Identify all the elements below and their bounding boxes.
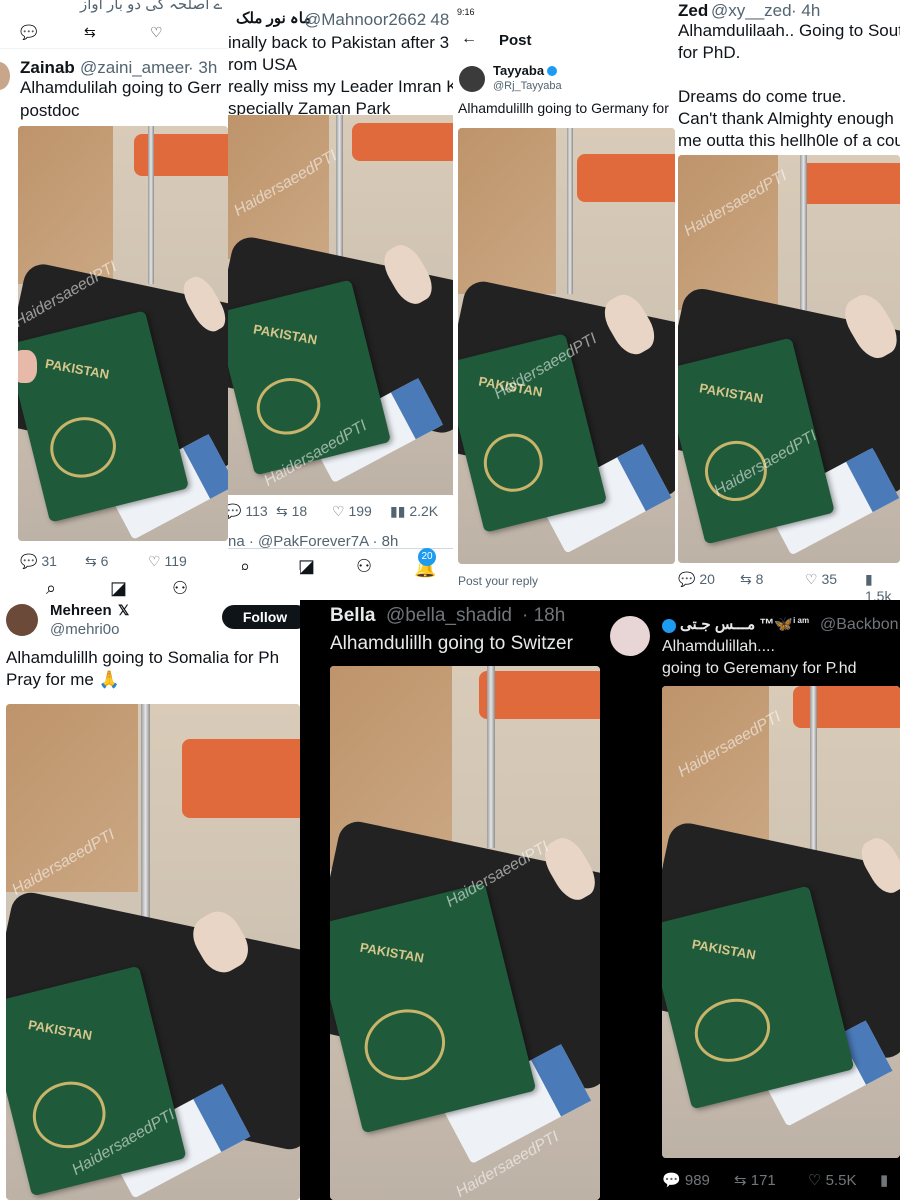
tweet-zed-panel: ⚙ ▮▮▮ ▮ Zed @xy__zed · 4h Alhamdulilaah.… bbox=[675, 0, 900, 600]
reply-icon[interactable]: 💬 113 bbox=[228, 503, 268, 520]
tweet-zainab-panel: ے اصلحہ کی دو بار آواز 💬 ⇆ ♡ Zainab @zai… bbox=[0, 0, 228, 570]
like-icon[interactable]: ♡ 35 bbox=[805, 571, 837, 588]
author-name[interactable]: Zed bbox=[678, 1, 708, 21]
tweet-photo[interactable]: PAKISTAN HaidersaeedPTI HaidersaeedPTI bbox=[6, 704, 300, 1200]
avatar[interactable] bbox=[6, 604, 38, 636]
like-icon[interactable]: ♡ bbox=[150, 24, 163, 41]
tweet-text: Alhamdulillh going to Germany for bbox=[458, 100, 669, 116]
repost-icon[interactable]: ⇆ 171 bbox=[734, 1171, 776, 1189]
author-name[interactable]: Tayyaba bbox=[493, 63, 544, 79]
tweet-text-line2: Pray for me 🙏 bbox=[6, 670, 120, 689]
status-time: 9:16 bbox=[457, 7, 475, 17]
tweet-time[interactable]: · 18h bbox=[522, 605, 565, 627]
search-icon[interactable]: ⌕ bbox=[46, 578, 56, 599]
page-title: Post bbox=[499, 32, 532, 49]
tweet-text-line1: Alhamdulilaah.. Going to Sout bbox=[678, 21, 900, 40]
reply-icon[interactable]: 💬 31 bbox=[20, 553, 57, 570]
notifications-badge: 20 bbox=[418, 548, 436, 566]
repost-icon[interactable]: ⇆ 6 bbox=[85, 553, 108, 570]
tweet-tayyaba-panel: 9:16 ← Post Tayyaba @Rj_Tayyaba Alhamdul… bbox=[453, 0, 675, 600]
views-icon[interactable]: ▮▮ 2.2K bbox=[390, 503, 438, 520]
reply-icon[interactable]: 💬 bbox=[20, 24, 37, 41]
tweet-text-line3: Dreams do come true. bbox=[678, 87, 847, 106]
grok-icon[interactable]: ◪ bbox=[110, 578, 127, 599]
divider bbox=[228, 548, 453, 549]
tweet-text-line5: me outta this hellh0le of a cou bbox=[678, 131, 900, 150]
tweet-text-line1: Alhamdulilah going to Gerr bbox=[20, 78, 222, 97]
author-handle[interactable]: @Backbon bbox=[820, 616, 899, 634]
tweet-text-line1: Alhamdulillah.... bbox=[662, 638, 775, 655]
tweet-text-line1: Alhamdulillh going to Somalia for Ph bbox=[6, 648, 280, 667]
tweet-photo[interactable]: PAKISTAN HaidersaeedPTI bbox=[662, 686, 900, 1158]
tweet-text-line3: really miss my Leader Imran Kha bbox=[228, 77, 453, 96]
tweet-time[interactable]: · 3h bbox=[188, 58, 217, 78]
tweet-text-line1: inally back to Pakistan after 3 ye bbox=[228, 33, 453, 52]
repost-icon[interactable]: ⇆ 18 bbox=[276, 503, 307, 520]
author-handle[interactable]: @zaini_ameer bbox=[80, 58, 190, 78]
tweet-mehreen-panel: ⌕ ◪ ⚇ Mehreen 𝕏 @mehri0o Follow Alhamdul… bbox=[0, 570, 300, 1200]
tweet-photo[interactable]: PAKISTAN HaidersaeedPTI bbox=[458, 128, 675, 564]
tweet-photo[interactable]: PAKISTAN HaidersaeedPTI HaidersaeedPTI bbox=[228, 115, 453, 495]
repost-icon[interactable]: ⇆ bbox=[84, 24, 96, 41]
author-name[interactable]: Mehreen bbox=[50, 602, 112, 619]
tweet-text: Alhamdulillh going to Switzer bbox=[330, 633, 573, 654]
author-handle[interactable]: @mehri0o bbox=[50, 621, 119, 638]
views-icon[interactable]: ▮ 1.5k bbox=[865, 571, 900, 600]
x-logo-icon: 𝕏 bbox=[118, 602, 130, 618]
author-name[interactable]: ماہ نور ملک bbox=[236, 10, 311, 27]
tweet-backbone-panel: مـــس جـتی ™🦋i am @Backbon Alhamdulillah… bbox=[600, 600, 900, 1200]
reply-input[interactable]: Post your reply bbox=[458, 574, 538, 589]
tweet-time[interactable]: · 4h bbox=[791, 1, 820, 21]
previous-tweet-text: ے اصلحہ کی دو بار آواز bbox=[80, 0, 223, 13]
tweet-mahnoor-panel: ماہ نور ملک @Mahnoor2662 · 48 inally bac… bbox=[228, 0, 453, 600]
tweet-bella-panel: Bella @bella_shadid · 18h Alhamdulillh g… bbox=[300, 600, 600, 1200]
like-icon[interactable]: ♡ 119 bbox=[148, 553, 187, 570]
author-name[interactable]: Bella bbox=[330, 605, 375, 627]
avatar[interactable] bbox=[610, 616, 650, 656]
author-handle[interactable]: @Rj_Tayyaba bbox=[493, 80, 562, 93]
verified-icon bbox=[662, 619, 676, 633]
follow-button[interactable]: Follow bbox=[222, 605, 300, 629]
tweet-text-line4: Can't thank Almighty enough bbox=[678, 109, 894, 128]
divider bbox=[0, 48, 228, 49]
tweet-text-line2: for PhD. bbox=[678, 43, 741, 62]
tweet-text-line2: rom USA bbox=[228, 55, 297, 74]
tweet-time[interactable]: · 48 bbox=[420, 10, 449, 30]
like-icon[interactable]: ♡ 5.5K bbox=[808, 1171, 856, 1189]
author-handle[interactable]: @bella_shadid bbox=[386, 605, 512, 627]
tweet-photo[interactable]: PAKISTAN HaidersaeedPTI bbox=[18, 126, 228, 541]
avatar[interactable] bbox=[0, 62, 10, 90]
tweet-text-line2: going to Geremany for P.hd bbox=[662, 660, 857, 677]
tweet-photo[interactable]: PAKISTAN HaidersaeedPTI HaidersaeedPTI bbox=[678, 155, 900, 563]
author-name[interactable]: مـــس جـتی ™🦋i am bbox=[680, 616, 809, 633]
repost-icon[interactable]: ⇆ 8 bbox=[740, 571, 763, 588]
grok-icon[interactable]: ◪ bbox=[298, 556, 315, 577]
like-icon[interactable]: ♡ 199 bbox=[332, 503, 372, 520]
tweet-photo[interactable]: PAKISTAN HaidersaeedPTI HaidersaeedPTI bbox=[330, 666, 600, 1200]
author-name[interactable]: Zainab bbox=[20, 58, 75, 78]
author-handle[interactable]: @Mahnoor2662 bbox=[304, 10, 426, 30]
tweet-text-line2: postdoc bbox=[20, 101, 80, 120]
reply-icon[interactable]: 💬 989 bbox=[662, 1171, 710, 1189]
views-icon[interactable]: ▮ bbox=[880, 1171, 888, 1189]
back-arrow-icon[interactable]: ← bbox=[461, 30, 477, 48]
communities-icon[interactable]: ⚇ bbox=[356, 556, 372, 577]
communities-icon[interactable]: ⚇ bbox=[172, 578, 188, 599]
avatar[interactable] bbox=[459, 66, 485, 92]
author-handle[interactable]: @xy__zed bbox=[711, 1, 792, 21]
verified-icon bbox=[547, 66, 557, 76]
reply-icon[interactable]: 💬 20 bbox=[678, 571, 715, 588]
